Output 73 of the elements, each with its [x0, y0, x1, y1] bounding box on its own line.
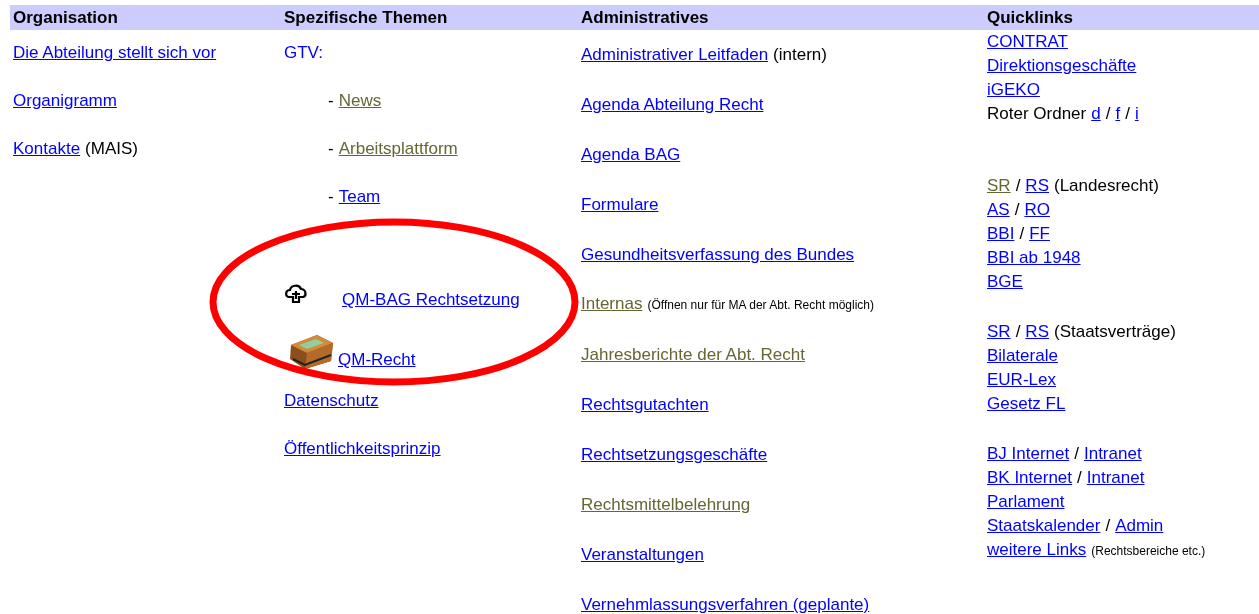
link[interactable]: Formulare	[581, 195, 659, 214]
link[interactable]: EUR-Lex	[987, 370, 1056, 389]
link[interactable]: News	[338, 91, 382, 110]
link[interactable]: weitere Links	[987, 540, 1087, 559]
link[interactable]: RO	[1024, 200, 1050, 219]
note-text: (Öffnen nur für MA der Abt. Recht möglich)	[647, 298, 874, 312]
plain-text: (intern)	[773, 45, 827, 64]
link[interactable]: f	[1115, 104, 1121, 123]
link[interactable]: BBI	[987, 224, 1015, 243]
link[interactable]: Veranstaltungen	[581, 545, 704, 564]
link[interactable]: Gesundheitsverfassung des Bundes	[581, 245, 855, 264]
link[interactable]: RS	[1025, 322, 1049, 341]
link[interactable]: Rechtsmittelbelehrung	[581, 495, 751, 514]
plain-text: /	[1015, 176, 1021, 195]
plain-text: -	[328, 91, 334, 110]
plain-text: (Landesrecht)	[1054, 176, 1159, 195]
link[interactable]: FF	[1029, 224, 1050, 243]
link[interactable]: Direktionsgeschäfte	[987, 56, 1137, 75]
link[interactable]: Kontakte	[13, 139, 81, 158]
link[interactable]: Vernehmlassungsverfahren (geplante)	[581, 595, 870, 614]
link[interactable]: Internas	[581, 294, 643, 313]
plain-text: /	[1125, 104, 1130, 123]
link[interactable]: Parlament	[987, 492, 1065, 511]
plain-text: /	[1074, 444, 1079, 463]
link[interactable]: CONTRAT	[987, 32, 1068, 51]
link[interactable]: RS	[1025, 176, 1049, 195]
link[interactable]: Administrativer Leitfaden	[581, 45, 769, 64]
plain-text: -	[328, 187, 334, 206]
link[interactable]: Agenda Abteilung Recht	[581, 95, 764, 114]
link[interactable]: Die Abteilung stellt sich vor	[13, 43, 217, 62]
link[interactable]: Jahresberichte der Abt. Recht	[581, 345, 805, 364]
link[interactable]: Arbeitsplattform	[338, 139, 458, 158]
link[interactable]: Admin	[1115, 516, 1164, 535]
link[interactable]: Intranet	[1083, 444, 1142, 463]
link[interactable]: Agenda BAG	[581, 145, 681, 164]
link[interactable]: QM-Recht	[338, 350, 416, 369]
plain-text: (Staatsverträge)	[1054, 322, 1176, 341]
plain-text: /	[1105, 516, 1111, 535]
column-heading: Organisation	[10, 5, 281, 30]
column-heading: Spezifische Themen	[281, 5, 578, 30]
link[interactable]: Datenschutz	[284, 391, 379, 410]
plain-text: -	[328, 139, 334, 158]
plain-text: /	[1105, 104, 1111, 123]
link[interactable]: BJ Internet	[987, 444, 1070, 463]
link[interactable]: i	[1134, 104, 1139, 123]
link[interactable]: Rechtsetzungsgeschäfte	[581, 445, 768, 464]
link[interactable]: SR	[987, 176, 1011, 195]
plain-text: (MAIS)	[85, 139, 138, 158]
link[interactable]: d	[1091, 104, 1101, 123]
link[interactable]: SR	[987, 322, 1011, 341]
column-heading: Administratives	[578, 5, 984, 30]
link[interactable]: iGEKO	[987, 80, 1040, 99]
link[interactable]: Organigramm	[13, 91, 117, 110]
plain-text: Roter Ordner	[987, 104, 1087, 123]
link[interactable]: BGE	[987, 272, 1023, 291]
link[interactable]: AS	[987, 200, 1010, 219]
link[interactable]: BK Internet	[987, 468, 1073, 487]
link[interactable]: Öffentlichkeitsprinzip	[284, 439, 441, 458]
link[interactable]: Rechtsgutachten	[581, 395, 709, 414]
link[interactable]: Bilaterale	[987, 346, 1058, 365]
plain-text: /	[1015, 322, 1021, 341]
link[interactable]: BBI ab 1948	[987, 248, 1081, 267]
link[interactable]: Gesetz FL	[987, 394, 1066, 413]
note-text: (Rechtsbereiche etc.)	[1091, 544, 1206, 558]
section-label: GTV:	[284, 43, 324, 62]
column-heading: Quicklinks	[984, 5, 1259, 30]
plain-text: /	[1019, 224, 1025, 243]
link[interactable]: QM-BAG Rechtsetzung	[342, 290, 520, 309]
link[interactable]: Team	[338, 187, 381, 206]
plain-text: /	[1014, 200, 1020, 219]
link[interactable]: Intranet	[1086, 468, 1145, 487]
plain-text: /	[1077, 468, 1082, 487]
link[interactable]: Staatskalender	[987, 516, 1101, 535]
